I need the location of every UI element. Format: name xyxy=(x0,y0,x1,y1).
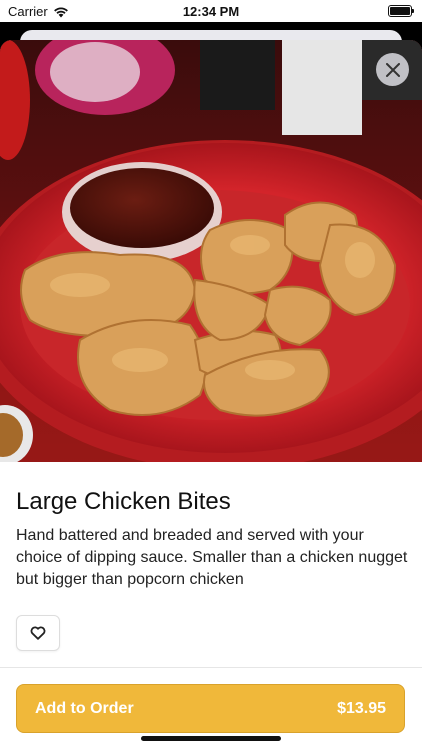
home-indicator xyxy=(141,736,281,741)
item-title: Large Chicken Bites xyxy=(16,488,231,515)
add-to-order-label: Add to Order xyxy=(35,700,134,717)
status-time: 12:34 PM xyxy=(182,4,240,19)
close-button[interactable] xyxy=(376,53,409,86)
status-bar: Carrier 12:34 PM xyxy=(0,0,422,22)
battery-icon xyxy=(388,5,414,17)
heart-outline-icon xyxy=(30,626,46,640)
close-x-icon xyxy=(385,62,400,77)
item-description: Hand battered and breaded and served wit… xyxy=(16,527,408,588)
favorite-button[interactable] xyxy=(16,615,60,651)
add-to-order-button[interactable]: Add to Order $13.95 xyxy=(16,684,405,733)
divider xyxy=(0,667,422,668)
add-to-order-price: $13.95 xyxy=(337,700,386,717)
item-detail-sheet: Large Chicken Bites Hand battered and br… xyxy=(0,40,422,750)
item-photo xyxy=(0,40,422,462)
